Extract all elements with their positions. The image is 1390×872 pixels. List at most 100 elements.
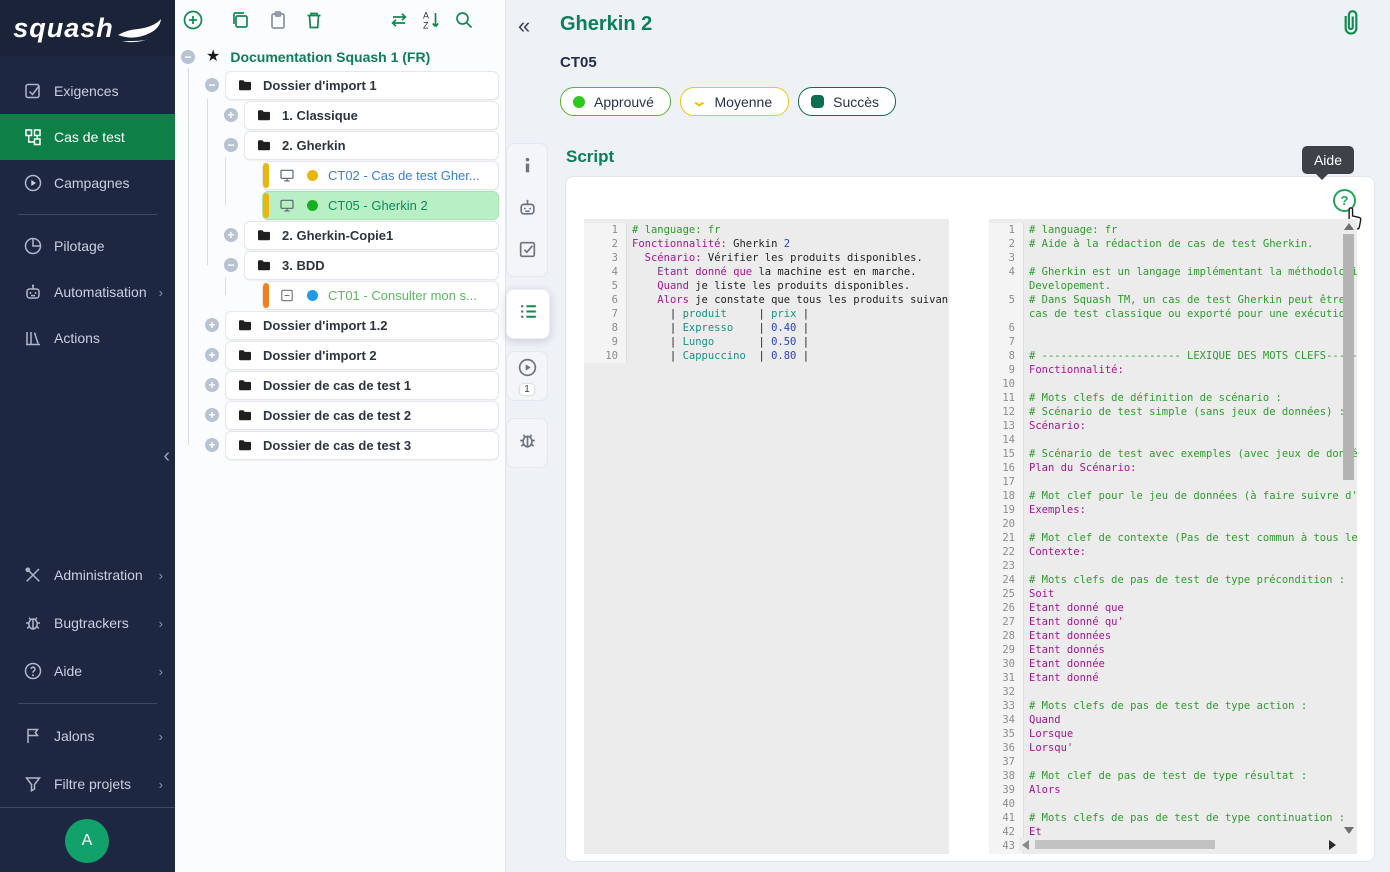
editor-line: 7: [989, 335, 1357, 349]
main-header: « Gherkin 2 CT05 Approuvé⌄MoyenneSuccès: [505, 0, 1390, 175]
tree-expander-plus[interactable]: +: [205, 318, 219, 332]
tree-row[interactable]: Dossier de cas de test 3: [225, 431, 499, 460]
code-text: # Gherkin est un langage implémentant la…: [1024, 265, 1357, 293]
tree-row[interactable]: Dossier d'import 1: [225, 71, 499, 100]
horizontal-scroll-thumb[interactable]: [1035, 840, 1215, 849]
attachments-paperclip-icon[interactable]: [1338, 8, 1364, 40]
tree-row-label: CT05 - Gherkin 2: [328, 198, 428, 213]
scroll-down-arrow[interactable]: [1344, 827, 1354, 834]
tab-list-icon[interactable]: [509, 293, 547, 335]
code-text: Scénario: Vérifier les produits disponib…: [627, 251, 949, 265]
editor-line: 26 Etant donné que: [989, 601, 1357, 615]
tree-row-label: 2. Gherkin-Copie1: [282, 228, 393, 243]
badge-label: Moyenne: [715, 94, 773, 110]
tree-expander-plus[interactable]: +: [205, 438, 219, 452]
sidebar-item-cas-de-test[interactable]: Cas de test: [0, 114, 175, 160]
tree-row[interactable]: Dossier d'import 1.2: [225, 311, 499, 340]
tree-row[interactable]: Dossier de cas de test 2: [225, 401, 499, 430]
tree-row-label: 1. Classique: [282, 108, 358, 123]
line-number: 6: [989, 321, 1024, 335]
folder-icon: [256, 258, 272, 273]
line-number: 27: [989, 615, 1024, 629]
code-text: # Scénario de test simple (sans jeux de …: [1024, 405, 1357, 419]
horizontal-scrollbar[interactable]: [1019, 838, 1339, 851]
line-number: 24: [989, 573, 1024, 587]
tree-expander-plus[interactable]: +: [205, 348, 219, 362]
sidebar-item-automatisation[interactable]: Automatisation ›: [0, 269, 175, 315]
code-text: Etant données: [1024, 629, 1357, 643]
line-number: 12: [989, 405, 1024, 419]
line-number: 30: [989, 657, 1024, 671]
line-number: 3: [584, 251, 627, 265]
tree-row[interactable]: CT01 - Consulter mon s...: [262, 281, 499, 310]
sidebar-item-administration[interactable]: Administration ›: [0, 551, 175, 599]
tree-row[interactable]: 3. BDD: [244, 251, 499, 280]
vertical-scroll-thumb[interactable]: [1343, 234, 1354, 480]
sidebar-item-jalons[interactable]: Jalons ›: [0, 712, 175, 760]
editor-line: 1 # language: fr: [989, 223, 1357, 237]
sidebar-collapse-button[interactable]: ‹: [163, 446, 170, 466]
badge-succes[interactable]: Succès: [798, 87, 896, 116]
tree-row[interactable]: 1. Classique: [244, 101, 499, 130]
tree-row[interactable]: Dossier de cas de test 1: [225, 371, 499, 400]
sidebar-item-bugtrackers[interactable]: Bugtrackers ›: [0, 599, 175, 647]
line-number: 8: [584, 321, 627, 335]
tree-row-label: CT01 - Consulter mon s...: [328, 288, 477, 303]
monitor-icon: [279, 198, 295, 213]
badge-approuve[interactable]: Approuvé: [560, 87, 671, 116]
vertical-scrollbar[interactable]: [1342, 221, 1355, 836]
line-number: 2: [989, 237, 1024, 251]
editor-line: 27 Etant donné qu': [989, 615, 1357, 629]
tab-bug-icon[interactable]: [508, 422, 546, 464]
chevron-right-icon: ›: [159, 616, 163, 631]
tree-row[interactable]: CT02 - Cas de test Gher...: [262, 161, 499, 190]
tree-expander-plus[interactable]: +: [205, 408, 219, 422]
line-number: 25: [989, 587, 1024, 601]
tree-row[interactable]: 2. Gherkin: [244, 131, 499, 160]
tab-checkbox-icon[interactable]: [508, 231, 546, 273]
tree-expander-plus[interactable]: +: [224, 228, 238, 242]
badge-moyenne[interactable]: ⌄Moyenne: [680, 87, 789, 116]
scroll-up-arrow[interactable]: [1344, 223, 1354, 230]
squash-logo[interactable]: squash: [0, 0, 175, 56]
code-text: Etant donné que: [1024, 601, 1357, 615]
sidebar-item-pilotage[interactable]: Pilotage: [0, 223, 175, 269]
tree-row-label: Dossier de cas de test 3: [263, 438, 411, 453]
tree-row[interactable]: CT05 - Gherkin 2: [262, 191, 499, 220]
line-number: 13: [989, 419, 1024, 433]
tree-expander-minus[interactable]: −: [205, 78, 219, 92]
gherkin-script-editor[interactable]: 1 # language: fr 2 Fonctionnalité: Gherk…: [584, 219, 949, 854]
code-text: # Mot clef de contexte (Pas de test comm…: [1024, 531, 1357, 545]
user-avatar[interactable]: A: [65, 819, 109, 863]
sidebar-item-actions[interactable]: Actions: [0, 315, 175, 361]
scroll-left-arrow[interactable]: [1022, 840, 1029, 850]
help-icon[interactable]: ?: [1333, 189, 1356, 212]
tree-expander-plus[interactable]: +: [205, 378, 219, 392]
sidebar-item-aide[interactable]: Aide ›: [0, 647, 175, 695]
tree-expander-plus[interactable]: +: [224, 108, 238, 122]
code-text: Etant donné qu': [1024, 615, 1357, 629]
tab-robot-icon[interactable]: [508, 189, 546, 231]
line-number: 37: [989, 755, 1024, 769]
tree-expander-minus[interactable]: −: [224, 138, 238, 152]
scroll-right-arrow[interactable]: [1329, 840, 1336, 850]
editor-line: 40: [989, 797, 1357, 811]
play-circle-icon: [517, 357, 538, 383]
tree-row-label: Dossier de cas de test 2: [263, 408, 411, 423]
line-number: 5: [989, 293, 1024, 321]
sidebar-item-label: Jalons: [54, 728, 94, 744]
tree-row[interactable]: Dossier d'import 2: [225, 341, 499, 370]
sidebar-item-filtre-projets[interactable]: Filtre projets ›: [0, 760, 175, 808]
tree-expander-minus[interactable]: −: [224, 258, 238, 272]
code-text: Alors: [1024, 783, 1357, 797]
sidebar-item-campagnes[interactable]: Campagnes: [0, 160, 175, 206]
tab-play-circle-icon[interactable]: 1: [508, 355, 546, 397]
logo-swoosh-icon: [116, 11, 162, 45]
line-number: 15: [989, 447, 1024, 461]
gherkin-help-editor[interactable]: 1 # language: fr 2 # Aide à la rédaction…: [989, 219, 1357, 854]
sidebar-item-exigences[interactable]: Exigences: [0, 68, 175, 114]
badge-label: Approuvé: [594, 94, 654, 110]
tree-row-label: Dossier d'import 1: [263, 78, 377, 93]
collapse-panel-icon[interactable]: «: [518, 13, 530, 39]
tree-row[interactable]: 2. Gherkin-Copie1: [244, 221, 499, 250]
